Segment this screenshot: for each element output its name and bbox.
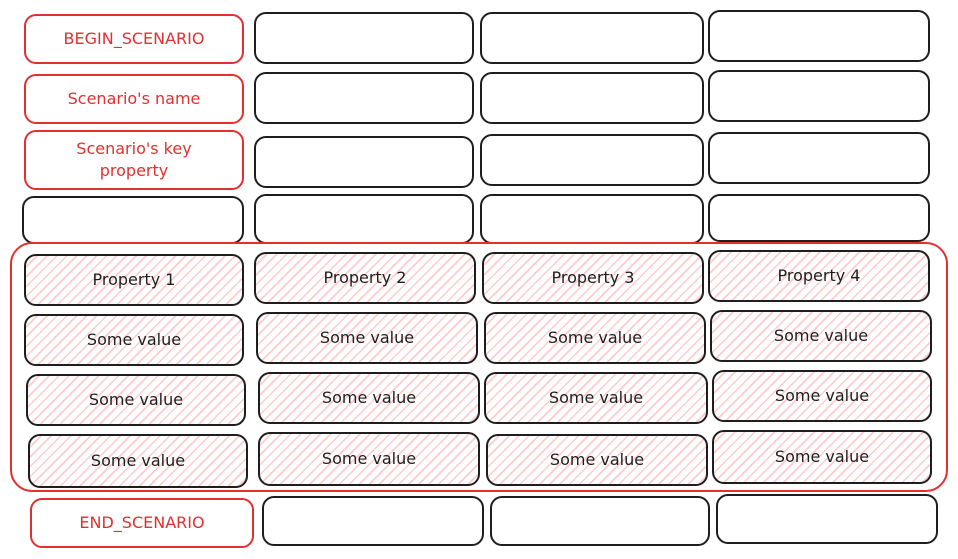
empty-cell (254, 194, 474, 244)
empty-cell (262, 496, 484, 546)
empty-cell (708, 10, 930, 62)
scenario-name-label: Scenario's name (24, 74, 244, 124)
value-cell: Some value (24, 314, 244, 366)
empty-cell (490, 496, 710, 546)
value-cell: Some value (28, 434, 248, 488)
empty-cell (708, 194, 930, 242)
value-cell: Some value (256, 312, 478, 364)
empty-cell (22, 196, 244, 244)
value-cell: Some value (486, 434, 708, 486)
end-scenario-label: END_SCENARIO (30, 498, 254, 548)
empty-cell (480, 194, 704, 244)
property-header: Property 4 (708, 250, 930, 302)
property-header: Property 1 (24, 254, 244, 306)
empty-cell (480, 134, 704, 186)
empty-cell (480, 72, 704, 124)
empty-cell (708, 70, 930, 122)
value-cell: Some value (710, 310, 932, 362)
value-cell: Some value (258, 372, 480, 424)
value-cell: Some value (712, 370, 932, 422)
empty-cell (254, 136, 474, 188)
value-cell: Some value (26, 374, 246, 426)
begin-scenario-label: BEGIN_SCENARIO (24, 14, 244, 64)
value-cell: Some value (258, 432, 480, 486)
property-header: Property 3 (482, 252, 704, 304)
value-cell: Some value (712, 430, 932, 484)
property-header: Property 2 (254, 252, 476, 304)
empty-cell (480, 12, 704, 64)
empty-cell (254, 72, 474, 124)
empty-cell (708, 132, 930, 184)
scenario-key-property-label: Scenario's key property (24, 130, 244, 190)
value-cell: Some value (484, 312, 706, 364)
value-cell: Some value (484, 372, 708, 424)
empty-cell (716, 494, 938, 544)
empty-cell (254, 12, 474, 64)
